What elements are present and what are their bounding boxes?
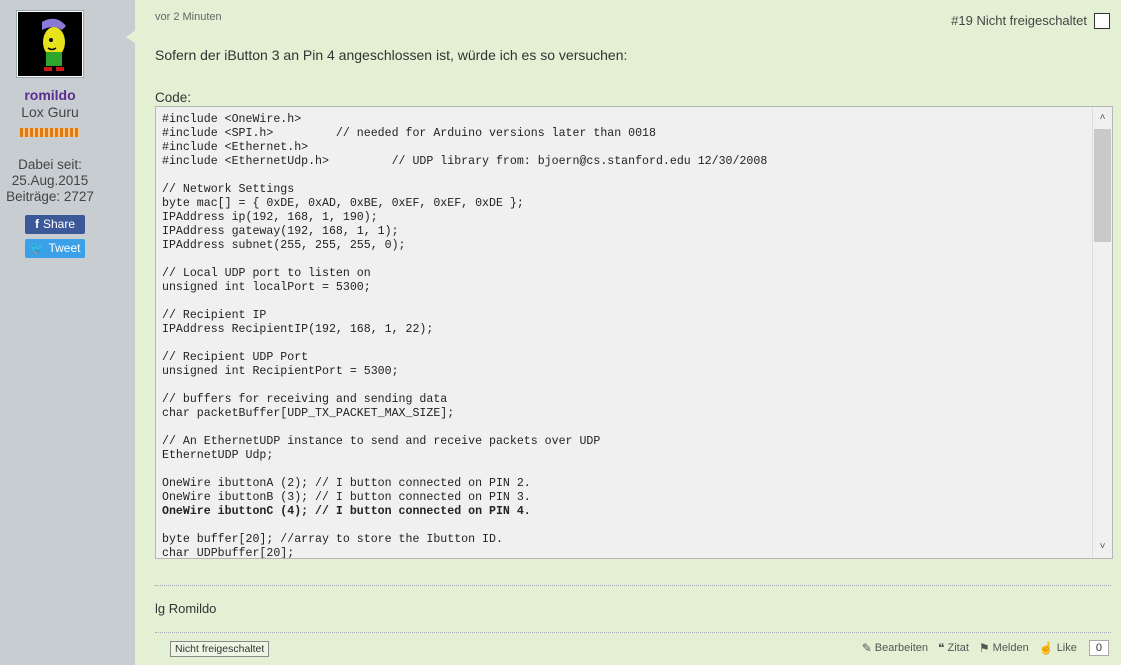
- scroll-down-icon[interactable]: ˅: [1093, 538, 1112, 556]
- post-actions: ✎ Bearbeiten ❝ Zitat ⚑ Melden ☝ Like 0: [862, 640, 1109, 656]
- code-line: char packetBuffer[UDP_TX_PACKET_MAX_SIZE…: [162, 407, 455, 420]
- code-scrollbar[interactable]: ˄ ˅: [1092, 107, 1112, 558]
- post-number[interactable]: #19 Nicht freigeschaltet: [951, 13, 1087, 28]
- status-badge: Nicht freigeschaltet: [170, 641, 270, 657]
- code-line: #include <EthernetUdp.h> // UDP library …: [162, 155, 768, 168]
- divider: [155, 585, 1111, 586]
- tweet-label: Tweet: [48, 241, 81, 255]
- scroll-up-icon[interactable]: ˄: [1093, 109, 1112, 127]
- avatar[interactable]: [17, 11, 83, 77]
- code-line: IPAddress gateway(192, 168, 1, 1);: [162, 225, 399, 238]
- signature: lg Romildo: [155, 601, 217, 616]
- code-line: char UDPbuffer[20];: [162, 547, 295, 559]
- code-line: // Recipient IP: [162, 309, 267, 322]
- member-since-date: 25.Aug.2015: [11, 173, 89, 188]
- member-since-label: Dabei seit:: [18, 157, 82, 172]
- code-line: OneWire ibuttonA (2); // I button connec…: [162, 477, 531, 490]
- quote-button[interactable]: ❝ Zitat: [938, 641, 969, 655]
- code-line: // Local UDP port to listen on: [162, 267, 371, 280]
- code-line: IPAddress subnet(255, 255, 255, 0);: [162, 239, 406, 252]
- code-line: #include <Ethernet.h>: [162, 141, 309, 154]
- code-line: EthernetUDP Udp;: [162, 449, 274, 462]
- code-content: #include <OneWire.h> #include <SPI.h> //…: [156, 107, 1112, 559]
- facebook-share-button[interactable]: f Share: [25, 215, 85, 234]
- code-line: IPAddress RecipientIP(192, 168, 1, 22);: [162, 323, 434, 336]
- twitter-tweet-button[interactable]: 🐦 Tweet: [25, 239, 85, 258]
- code-line: #include <SPI.h> // needed for Arduino v…: [162, 127, 656, 140]
- like-label: Like: [1056, 642, 1077, 654]
- quote-label: Zitat: [947, 642, 969, 654]
- post-count: Beiträge: 2727: [6, 189, 94, 204]
- code-line: OneWire ibuttonB (3); // I button connec…: [162, 491, 531, 504]
- thumbs-up-icon: ☝: [1038, 641, 1054, 655]
- code-line: IPAddress ip(192, 168, 1, 190);: [162, 211, 378, 224]
- code-line: unsigned int localPort = 5300;: [162, 281, 371, 294]
- post-text: Sofern der iButton 3 an Pin 4 angeschlos…: [155, 47, 628, 63]
- report-label: Melden: [992, 642, 1029, 654]
- username-link[interactable]: romildo: [0, 87, 100, 103]
- flag-icon: ⚑: [978, 641, 990, 655]
- like-button[interactable]: ☝ Like: [1039, 641, 1077, 655]
- scroll-thumb[interactable]: [1094, 129, 1111, 242]
- user-sidebar: romildo Lox Guru Dabei seit: 25.Aug.2015…: [0, 0, 136, 665]
- code-line: unsigned int RecipientPort = 5300;: [162, 365, 399, 378]
- code-label: Code:: [155, 90, 192, 105]
- like-count: 0: [1088, 640, 1109, 656]
- moderation-checkbox[interactable]: [1094, 13, 1110, 29]
- code-line: OneWire ibuttonC (4); // I button connec…: [162, 505, 531, 518]
- pencil-icon: ✎: [861, 641, 872, 655]
- edit-label: Bearbeiten: [874, 642, 929, 654]
- facebook-icon: f: [34, 217, 39, 231]
- code-line: // An EthernetUDP instance to send and r…: [162, 435, 601, 448]
- post-body: vor 2 Minuten #19 Nicht freigeschaltet S…: [135, 0, 1121, 665]
- user-title: Lox Guru: [21, 104, 79, 120]
- post-timestamp[interactable]: vor 2 Minuten: [155, 11, 222, 23]
- divider: [155, 632, 1111, 633]
- code-line: byte buffer[20]; //array to store the Ib…: [162, 533, 503, 546]
- code-line: byte mac[] = { 0xDE, 0xAD, 0xBE, 0xEF, 0…: [162, 197, 524, 210]
- report-button[interactable]: ⚑ Melden: [979, 641, 1029, 655]
- rank-bar: [20, 128, 79, 137]
- edit-button[interactable]: ✎ Bearbeiten: [862, 641, 928, 655]
- code-line: // buffers for receiving and sending dat…: [162, 393, 448, 406]
- code-line: #include <OneWire.h>: [162, 113, 302, 126]
- avatar-image: [18, 12, 82, 76]
- share-label: Share: [42, 217, 76, 231]
- twitter-icon: 🐦: [29, 241, 45, 255]
- quote-icon: ❝: [938, 641, 945, 655]
- code-block[interactable]: #include <OneWire.h> #include <SPI.h> //…: [155, 106, 1113, 559]
- code-line: // Network Settings: [162, 183, 295, 196]
- code-line: // Recipient UDP Port: [162, 351, 309, 364]
